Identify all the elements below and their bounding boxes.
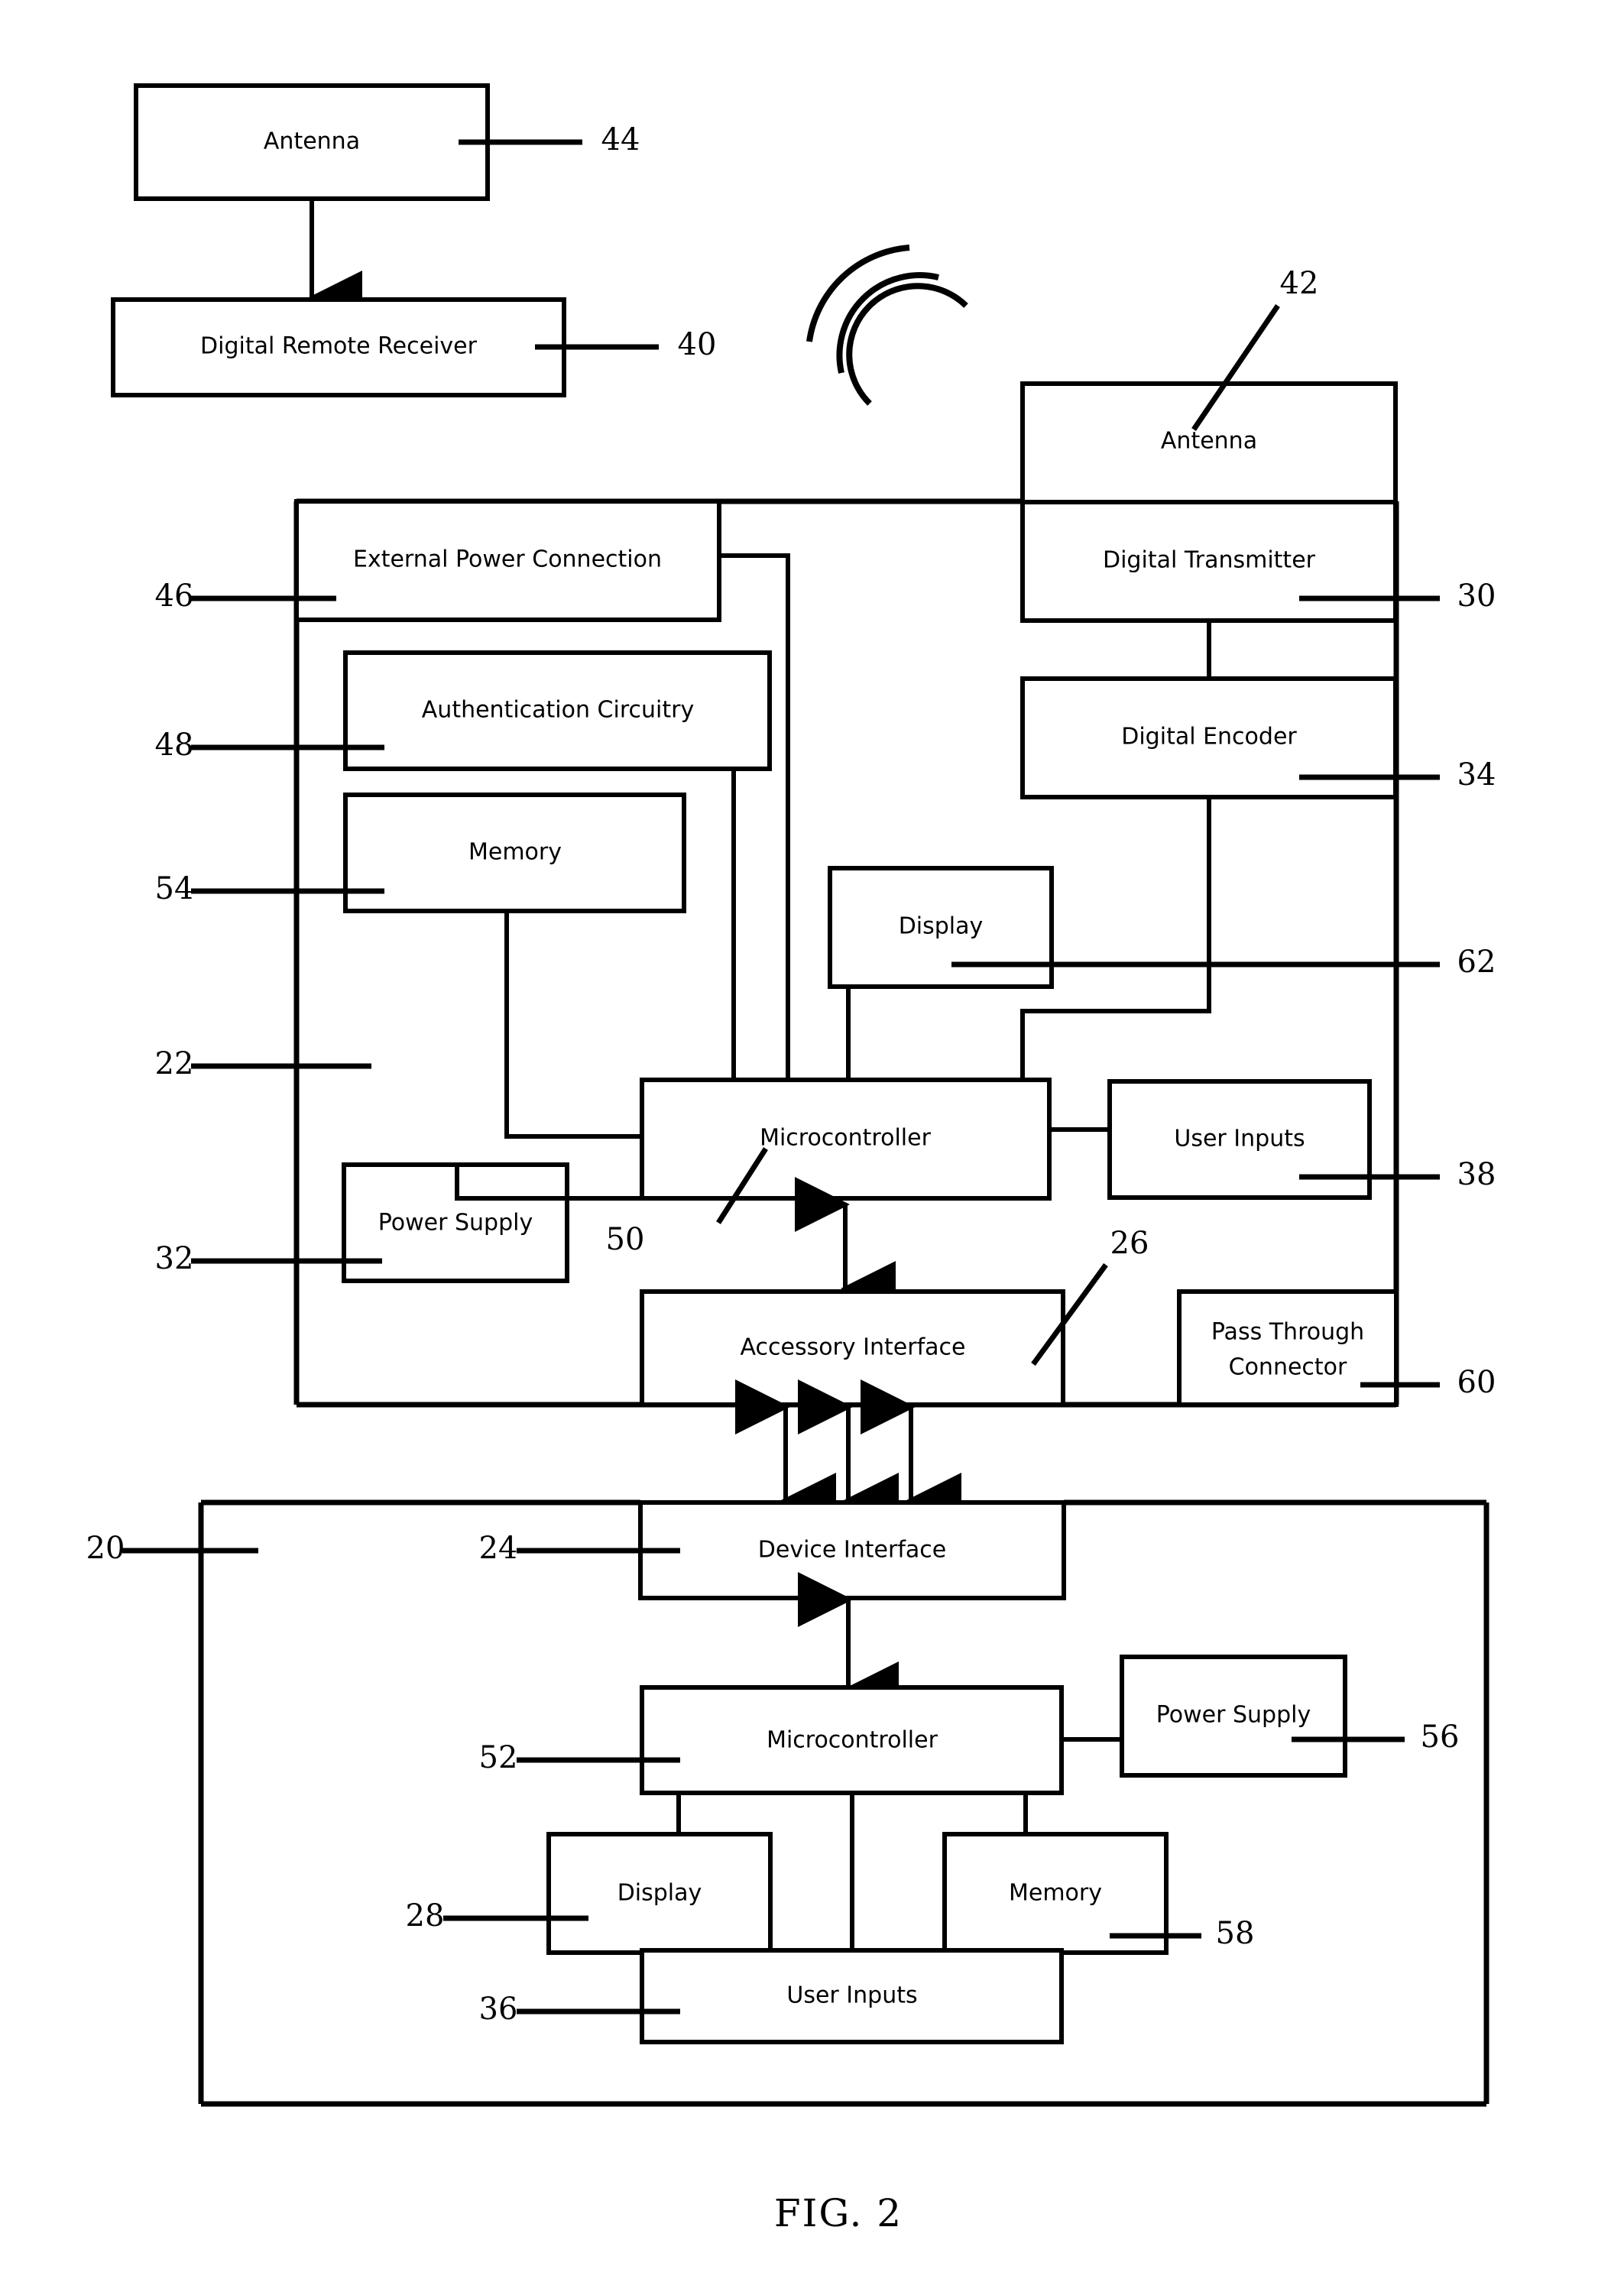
accessory-user-inputs-block[interactable]: User Inputs [1107,1079,1372,1200]
accessory-memory-block[interactable]: Memory [343,793,686,913]
ref-number-52: 52 [479,1740,518,1775]
accessory-microcontroller-block[interactable]: Microcontroller [640,1078,1052,1201]
ref-number-36: 36 [479,1992,518,2027]
block-diagram-canvas: Antenna 44 Digital Remote Receiver 40 22 [86,83,1496,2235]
signal-arc-outer [806,245,910,342]
pass-through-connector-label-line2: Connector [1229,1354,1347,1381]
ref-number-26: 26 [1110,1226,1149,1261]
pass-through-connector-block[interactable]: Pass Through Connector [1177,1289,1399,1407]
ref-number-24: 24 [479,1531,518,1566]
ref-number-58: 58 [1216,1916,1255,1951]
ref-number-44: 44 [601,122,640,157]
digital-transmitter-label: Digital Transmitter [1103,547,1316,574]
device-power-supply-label: Power Supply [1156,1702,1311,1729]
remote-antenna-label: Antenna [264,128,360,155]
pass-through-connector-rect [1177,1289,1399,1407]
device-interface-block[interactable]: Device Interface [638,1500,1066,1600]
ref-number-22: 22 [155,1046,194,1081]
ref-number-46: 46 [155,579,194,614]
authentication-circuitry-label: Authentication Circuitry [422,697,694,724]
accessory-microcontroller-label: Microcontroller [760,1125,932,1152]
accessory-power-supply-label: Power Supply [378,1210,533,1237]
wire-memory-to-microcontroller [504,911,642,1139]
ref-number-60: 60 [1457,1365,1496,1400]
ref-number-48: 48 [155,728,194,763]
ref-number-28: 28 [406,1898,445,1934]
external-power-connection-block[interactable]: External Power Connection [294,499,721,622]
ref-number-56: 56 [1421,1720,1460,1755]
digital-encoder-label: Digital Encoder [1121,724,1297,750]
figure-caption: FIG. 2 [774,2191,903,2235]
ref-number-38: 38 [1457,1157,1496,1192]
accessory-interface-label: Accessory Interface [741,1334,966,1361]
device-display-label: Display [618,1880,702,1907]
accessory-interface-block[interactable]: Accessory Interface [640,1289,1065,1407]
wireless-signal-arcs [806,245,968,406]
device-user-inputs-label: User Inputs [786,1982,917,2009]
device-microcontroller-label: Microcontroller [767,1727,938,1754]
device-power-supply-block[interactable]: Power Supply [1120,1655,1347,1778]
ref-number-20: 20 [86,1531,125,1566]
accessory-display-label: Display [899,913,984,940]
device-memory-label: Memory [1009,1880,1102,1907]
accessory-device-interface-bus [735,1379,961,1528]
device-display-block[interactable]: Display [546,1832,773,1955]
accessory-memory-label: Memory [468,839,562,866]
ref-number-40: 40 [678,327,717,362]
digital-transmitter-block[interactable]: Digital Transmitter [1020,500,1398,623]
ref-number-50: 50 [606,1222,645,1257]
device-microcontroller-block[interactable]: Microcontroller [640,1685,1064,1795]
digital-remote-receiver-label: Digital Remote Receiver [200,333,478,360]
external-power-connection-label: External Power Connection [353,546,662,573]
device-interface-label: Device Interface [758,1537,946,1564]
pass-through-connector-label-line1: Pass Through [1211,1319,1364,1346]
remote-antenna-block[interactable]: Antenna [134,83,490,201]
device-user-inputs-block[interactable]: User Inputs [640,1948,1064,2044]
accessory-antenna-label: Antenna [1161,428,1257,455]
leader-20: 20 [86,1531,258,1566]
accessory-antenna-block[interactable]: Antenna [1020,381,1398,504]
accessory-display-block[interactable]: Display [828,866,1054,989]
ref-number-30: 30 [1457,579,1496,614]
ref-number-62: 62 [1457,945,1496,980]
accessory-user-inputs-label: User Inputs [1174,1126,1305,1152]
leader-22: 22 [155,1046,371,1081]
wire-external-power-to-microcontroller [719,553,868,1122]
ref-number-32: 32 [155,1241,194,1276]
ref-number-34: 34 [1457,757,1496,793]
ref-number-42: 42 [1280,266,1319,301]
patent-figure: Antenna 44 Digital Remote Receiver 40 22 [0,0,1624,2295]
signal-arc-inner [846,283,968,406]
digital-remote-receiver-block[interactable]: Digital Remote Receiver [111,297,566,397]
ref-number-54: 54 [155,871,194,906]
authentication-circuitry-block[interactable]: Authentication Circuitry [343,650,772,771]
